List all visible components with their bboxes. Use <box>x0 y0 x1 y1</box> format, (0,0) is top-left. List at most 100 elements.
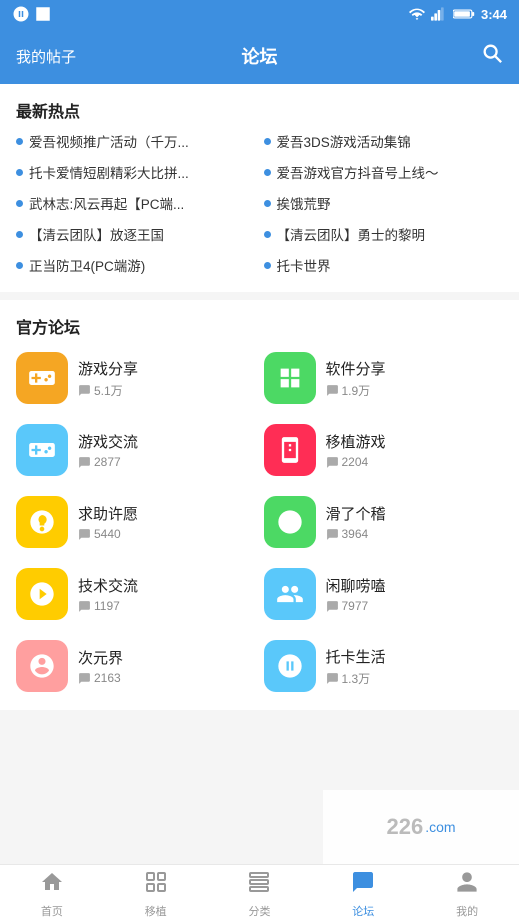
count-text: 1.3万 <box>342 670 371 687</box>
count-text: 7977 <box>342 599 369 613</box>
nav-item-移植[interactable]: 移植 <box>104 870 208 919</box>
watermark-text: 226 <box>386 814 423 840</box>
count-text: 5440 <box>94 527 121 541</box>
forum-icon <box>264 568 316 620</box>
forum-count: 1.3万 <box>326 670 386 687</box>
nav-icon-论坛 <box>351 870 375 900</box>
forum-info: 游戏分享5.1万 <box>78 358 138 399</box>
forum-item[interactable]: 游戏分享5.1万 <box>16 348 256 408</box>
count-text: 1197 <box>94 599 120 613</box>
comment-icon <box>326 672 339 685</box>
nav-icon-分类 <box>247 870 271 900</box>
nav-item-论坛[interactable]: 论坛 <box>311 870 415 919</box>
hot-dot <box>264 169 271 176</box>
nav-item-我的[interactable]: 我的 <box>415 870 519 919</box>
forum-info: 闲聊唠嗑7977 <box>326 575 386 613</box>
forum-item[interactable]: 游戏交流2877 <box>16 420 256 480</box>
comment-icon <box>78 384 91 397</box>
hot-section-title: 最新热点 <box>16 98 503 122</box>
hot-dot <box>264 231 271 238</box>
watermark: 226 .com <box>323 790 519 864</box>
forum-icon <box>16 568 68 620</box>
status-right-icons: 3:44 <box>409 7 507 22</box>
count-text: 2877 <box>94 455 121 469</box>
forum-name: 移植游戏 <box>326 431 386 452</box>
hot-dot <box>16 169 23 176</box>
comment-icon <box>78 600 91 613</box>
app-icon-2 <box>34 5 52 23</box>
my-posts-link[interactable]: 我的帖子 <box>16 46 76 67</box>
hot-item[interactable]: 正当防卫4(PC端游) <box>16 256 256 279</box>
forum-icon <box>264 352 316 404</box>
nav-item-分类[interactable]: 分类 <box>208 870 312 919</box>
time-display: 3:44 <box>481 7 507 22</box>
hot-item-text: 正当防卫4(PC端游) <box>29 258 145 277</box>
page-title: 论坛 <box>242 43 278 69</box>
hot-dot <box>264 138 271 145</box>
hot-item[interactable]: 爱吾视频推广活动（千万... <box>16 132 256 155</box>
app-icon-1 <box>12 5 30 23</box>
forum-count: 2204 <box>326 455 386 469</box>
forum-item[interactable]: 托卡生活1.3万 <box>264 636 504 696</box>
hot-item[interactable]: 【清云团队】勇士的黎明 <box>264 225 504 248</box>
forum-count: 1197 <box>78 599 138 613</box>
hot-item[interactable]: 武林志:风云再起【PC端... <box>16 194 256 217</box>
forum-icon <box>264 496 316 548</box>
hot-item[interactable]: 挨饿荒野 <box>264 194 504 217</box>
hot-item-text: 爱吾视频推广活动（千万... <box>29 134 189 153</box>
forum-info: 次元界2163 <box>78 647 123 685</box>
hot-item-text: 托卡爱情短剧精彩大比拼... <box>29 165 189 184</box>
hot-dot <box>264 262 271 269</box>
forum-count: 3964 <box>326 527 386 541</box>
forum-item[interactable]: 求助许愿5440 <box>16 492 256 552</box>
forum-item[interactable]: 软件分享 1.9万 <box>264 348 504 408</box>
comment-icon <box>78 672 91 685</box>
main-content: 最新热点 爱吾视频推广活动（千万... 爱吾3DS游戏活动集锦托卡爱情短剧精彩大比… <box>0 84 519 864</box>
forum-item[interactable]: 滑了个稽3964 <box>264 492 504 552</box>
hot-item[interactable]: 【清云团队】放逐王国 <box>16 225 256 248</box>
forum-item[interactable]: 移植游戏 2204 <box>264 420 504 480</box>
nav-label-论坛: 论坛 <box>352 903 374 919</box>
forum-name: 软件分享 <box>326 358 386 379</box>
comment-icon <box>326 528 339 541</box>
forum-info: 技术交流 1197 <box>78 575 138 613</box>
search-icon <box>481 42 503 64</box>
comment-icon <box>326 384 339 397</box>
forum-info: 滑了个稽3964 <box>326 503 386 541</box>
hot-section: 最新热点 爱吾视频推广活动（千万... 爱吾3DS游戏活动集锦托卡爱情短剧精彩大比… <box>0 84 519 292</box>
hot-item[interactable]: 爱吾游戏官方抖音号上线～ <box>264 163 504 186</box>
forum-name: 技术交流 <box>78 575 138 596</box>
comment-icon <box>326 456 339 469</box>
nav-item-首页[interactable]: 首页 <box>0 870 104 919</box>
hot-dot <box>16 231 23 238</box>
hot-item-text: 【清云团队】勇士的黎明 <box>277 227 426 246</box>
nav-icon-首页 <box>40 870 64 900</box>
hot-item-text: 挨饿荒野 <box>277 196 331 215</box>
count-text: 1.9万 <box>342 382 371 399</box>
forum-item[interactable]: 次元界2163 <box>16 636 256 696</box>
forum-info: 游戏交流2877 <box>78 431 138 469</box>
hot-item[interactable]: 托卡世界 <box>264 256 504 279</box>
forum-icon <box>264 424 316 476</box>
bottom-nav: 首页移植分类论坛 我的 <box>0 864 519 924</box>
hot-grid: 爱吾视频推广活动（千万... 爱吾3DS游戏活动集锦托卡爱情短剧精彩大比拼... 爱… <box>16 132 503 278</box>
search-button[interactable] <box>481 42 503 70</box>
hot-item[interactable]: 爱吾3DS游戏活动集锦 <box>264 132 504 155</box>
wifi-icon <box>409 8 425 20</box>
hot-item-text: 【清云团队】放逐王国 <box>29 227 164 246</box>
hot-item-text: 托卡世界 <box>277 258 331 277</box>
forum-info: 托卡生活1.3万 <box>326 646 386 687</box>
count-text: 3964 <box>342 527 369 541</box>
comment-icon <box>78 456 91 469</box>
forum-count: 7977 <box>326 599 386 613</box>
hot-dot <box>16 138 23 145</box>
forum-icon <box>264 640 316 692</box>
forum-count: 5.1万 <box>78 382 138 399</box>
forum-item[interactable]: 闲聊唠嗑7977 <box>264 564 504 624</box>
hot-item[interactable]: 托卡爱情短剧精彩大比拼... <box>16 163 256 186</box>
hot-dot <box>16 262 23 269</box>
count-text: 5.1万 <box>94 382 123 399</box>
forum-icon <box>16 352 68 404</box>
forum-item[interactable]: 技术交流 1197 <box>16 564 256 624</box>
forum-info: 求助许愿5440 <box>78 503 138 541</box>
